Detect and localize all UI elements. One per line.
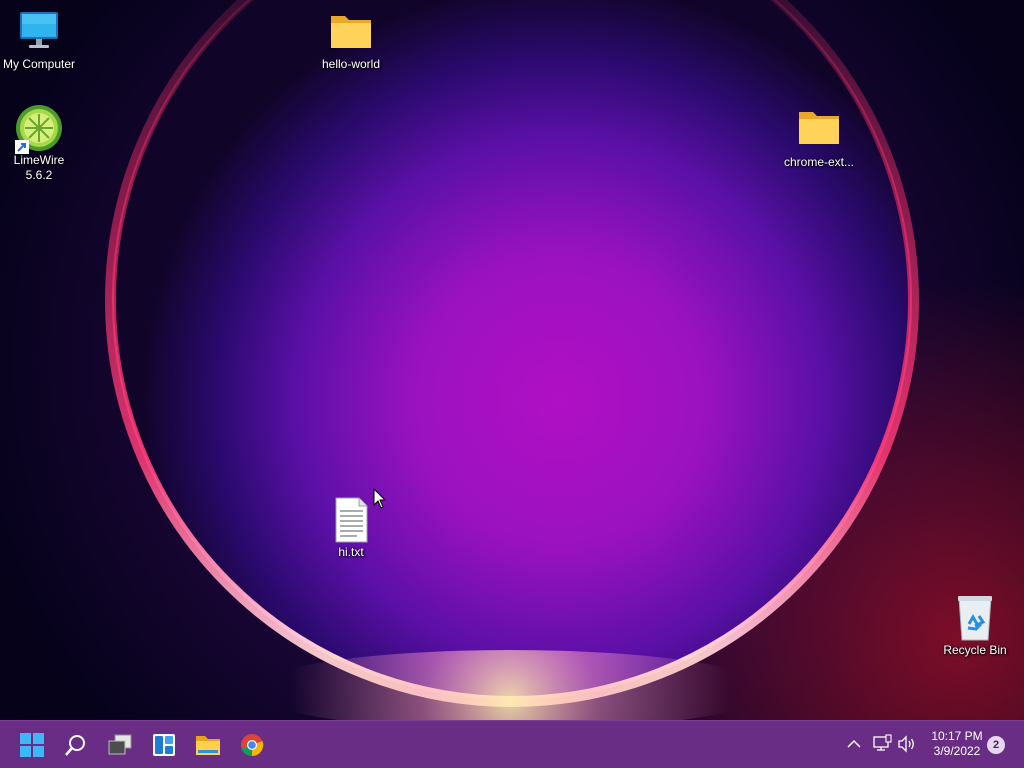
wallpaper <box>0 0 1024 720</box>
text-file-icon <box>327 496 375 544</box>
widgets-icon <box>153 734 175 756</box>
desktop-icon-chrome-ext[interactable]: chrome-ext... <box>779 106 859 170</box>
desktop-icon-label: hi.txt <box>338 545 364 559</box>
desktop-icon-label: LimeWire 5.6.2 <box>13 153 65 182</box>
start-button[interactable] <box>16 729 48 761</box>
task-view-icon <box>108 734 132 755</box>
desktop-icon-label: My Computer <box>2 57 76 71</box>
file-explorer-icon <box>196 736 220 755</box>
search-icon <box>65 735 85 756</box>
desktop-icon-hello-world[interactable]: hello-world <box>311 8 391 72</box>
clock-date: 3/9/2022 <box>933 744 981 758</box>
volume-icon[interactable] <box>897 734 917 754</box>
task-view-button[interactable] <box>104 729 136 761</box>
chrome-icon <box>241 734 264 757</box>
desktop-icon-recycle-bin[interactable]: Recycle Bin <box>935 594 1015 658</box>
desktop-icon-label: chrome-ext... <box>783 155 855 169</box>
search-button[interactable] <box>60 729 92 761</box>
file-explorer-button[interactable] <box>192 729 224 761</box>
folder-icon <box>795 106 843 154</box>
widgets-button[interactable] <box>148 729 180 761</box>
clock-time: 10:17 PM <box>931 729 983 743</box>
monitor-icon <box>15 8 63 56</box>
taskbar[interactable]: 10:17 PM 3/9/2022 2 <box>0 720 1024 768</box>
network-icon[interactable] <box>872 734 892 754</box>
taskbar-clock[interactable]: 10:17 PM 3/9/2022 <box>922 729 992 759</box>
desktop-icon-label: hello-world <box>321 57 381 71</box>
chrome-button[interactable] <box>236 729 268 761</box>
desktop[interactable]: My Computer LimeWire 5.6.2 hello-world c… <box>0 0 1024 720</box>
shortcut-arrow-icon <box>15 140 29 154</box>
notification-badge[interactable]: 2 <box>987 736 1005 754</box>
folder-icon <box>327 8 375 56</box>
desktop-icon-label: Recycle Bin <box>943 643 1007 657</box>
windows-start-icon <box>20 733 44 757</box>
desktop-icon-limewire[interactable]: LimeWire 5.6.2 <box>0 104 79 183</box>
desktop-icon-my-computer[interactable]: My Computer <box>0 8 79 72</box>
mouse-cursor-icon <box>373 488 387 509</box>
chevron-up-icon[interactable] <box>845 735 863 753</box>
limewire-icon <box>15 104 63 154</box>
recycle-bin-icon <box>951 594 999 642</box>
